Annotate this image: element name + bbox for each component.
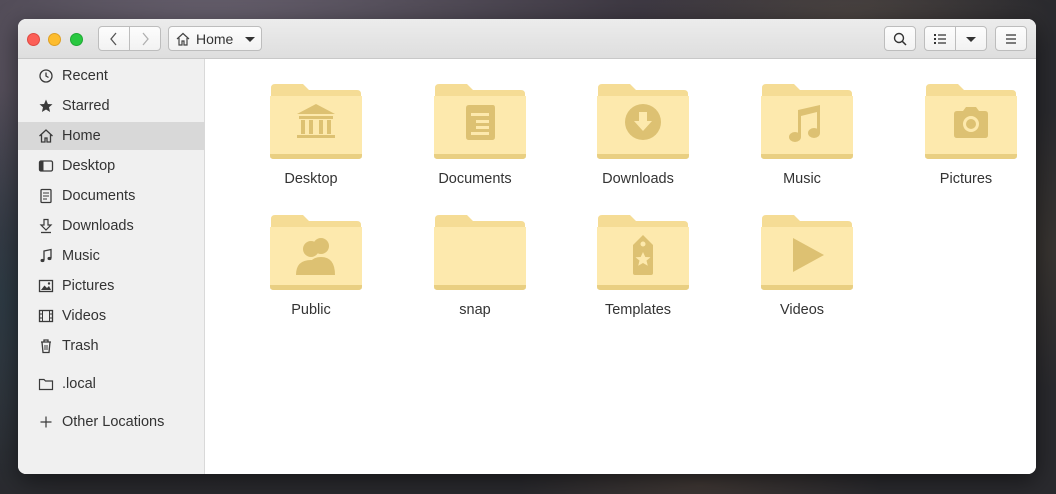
- folder-icon: [761, 84, 853, 159]
- sidebar-item-label: Desktop: [62, 158, 116, 174]
- download-icon: [37, 217, 55, 235]
- sidebar-item-videos[interactable]: Videos: [18, 302, 205, 330]
- sidebar-item-label: Other Locations: [62, 414, 165, 430]
- sidebar-item-starred[interactable]: Starred: [18, 92, 205, 120]
- file-name: Pictures: [939, 171, 993, 187]
- folder-icon: [597, 215, 689, 290]
- desktop-icon: [37, 157, 55, 175]
- sidebar-item-label: Music: [62, 248, 100, 264]
- folder-item-public[interactable]: Public: [246, 213, 376, 333]
- sidebar-item-downloads[interactable]: Downloads: [18, 212, 205, 240]
- sidebar-item-label: Recent: [62, 68, 108, 84]
- folder-item-documents[interactable]: Documents: [410, 82, 540, 202]
- picture-icon: [37, 277, 55, 295]
- file-manager-window: Home Recent Starred Home Desktop Documen…: [18, 19, 1036, 474]
- sidebar-item-local[interactable]: .local: [18, 370, 205, 398]
- sidebar-item-label: Starred: [62, 98, 110, 114]
- folder-item-desktop[interactable]: Desktop: [246, 82, 376, 202]
- file-name: Videos: [779, 302, 825, 318]
- hamburger-menu-icon: [1006, 33, 1016, 44]
- sidebar-item-label: Pictures: [62, 278, 115, 294]
- forward-button[interactable]: [129, 26, 161, 51]
- file-name: Public: [291, 302, 331, 318]
- sidebar-item-label: Home: [62, 128, 101, 144]
- sidebar-item-trash[interactable]: Trash: [18, 332, 205, 360]
- folder-item-downloads[interactable]: Downloads: [573, 82, 703, 202]
- sidebar-item-label: Trash: [62, 338, 99, 354]
- file-name: Documents: [438, 171, 512, 187]
- header-bar: Home: [18, 19, 1036, 59]
- path-label: Home: [196, 30, 234, 47]
- sidebar-item-documents[interactable]: Documents: [18, 182, 205, 210]
- search-icon: [893, 32, 907, 46]
- sidebar-item-recent[interactable]: Recent: [18, 62, 205, 90]
- main-menu-button[interactable]: [995, 26, 1027, 51]
- folder-icon: [37, 375, 55, 393]
- chevron-right-icon: [142, 32, 149, 45]
- sidebar-item-label: Documents: [62, 188, 136, 204]
- close-window-button[interactable]: [27, 33, 40, 46]
- folder-item-templates[interactable]: Templates: [573, 213, 703, 333]
- list-view-icon: [934, 33, 946, 44]
- sidebar-item-label: Videos: [62, 308, 107, 324]
- folder-icon: [434, 215, 526, 290]
- search-button[interactable]: [884, 26, 916, 51]
- document-icon: [37, 187, 55, 205]
- chevron-left-icon: [110, 32, 117, 45]
- chevron-down-icon: [245, 36, 256, 42]
- sidebar-item-label: .local: [62, 376, 96, 392]
- view-options-dropdown[interactable]: [955, 26, 987, 51]
- folder-icon: [270, 84, 362, 159]
- folder-item-music[interactable]: Music: [737, 82, 867, 202]
- file-grid: Desktop Documents Downloads Music Pictur…: [205, 59, 1036, 474]
- back-button[interactable]: [98, 26, 130, 51]
- camera-icon: [954, 107, 988, 138]
- list-view-button[interactable]: [924, 26, 956, 51]
- path-bar-home-button[interactable]: Home: [168, 26, 262, 51]
- file-name: snap: [459, 302, 491, 318]
- minimize-window-button[interactable]: [48, 33, 61, 46]
- folder-item-snap[interactable]: snap: [410, 213, 540, 333]
- trash-icon: [37, 337, 55, 355]
- sidebar-item-desktop[interactable]: Desktop: [18, 152, 205, 180]
- clock-icon: [37, 67, 55, 85]
- file-name: Music: [783, 171, 821, 187]
- file-name: Downloads: [602, 171, 674, 187]
- star-icon: [37, 97, 55, 115]
- folder-icon: [761, 215, 853, 290]
- sidebar-item-music[interactable]: Music: [18, 242, 205, 270]
- folder-icon: [925, 84, 1017, 159]
- folder-icon: [434, 84, 526, 159]
- folder-item-pictures[interactable]: Pictures: [901, 82, 1031, 202]
- video-icon: [37, 307, 55, 325]
- folder-item-videos[interactable]: Videos: [737, 213, 867, 333]
- download-icon: [625, 104, 661, 140]
- music-icon: [37, 247, 55, 265]
- sidebar-item-label: Downloads: [62, 218, 134, 234]
- home-icon: [37, 127, 55, 145]
- document-icon: [466, 105, 495, 140]
- sidebar-item-other-locations[interactable]: Other Locations: [18, 408, 205, 436]
- folder-icon: [597, 84, 689, 159]
- chevron-down-icon: [966, 36, 976, 42]
- sidebar-item-home[interactable]: Home: [18, 122, 205, 150]
- places-sidebar: Recent Starred Home Desktop Documents Do…: [18, 59, 205, 474]
- folder-icon: [270, 215, 362, 290]
- file-name: Templates: [604, 302, 672, 318]
- maximize-window-button[interactable]: [70, 33, 83, 46]
- plus-icon: [37, 413, 55, 431]
- sidebar-item-pictures[interactable]: Pictures: [18, 272, 205, 300]
- file-name: Desktop: [284, 171, 338, 187]
- home-icon: [176, 32, 190, 46]
